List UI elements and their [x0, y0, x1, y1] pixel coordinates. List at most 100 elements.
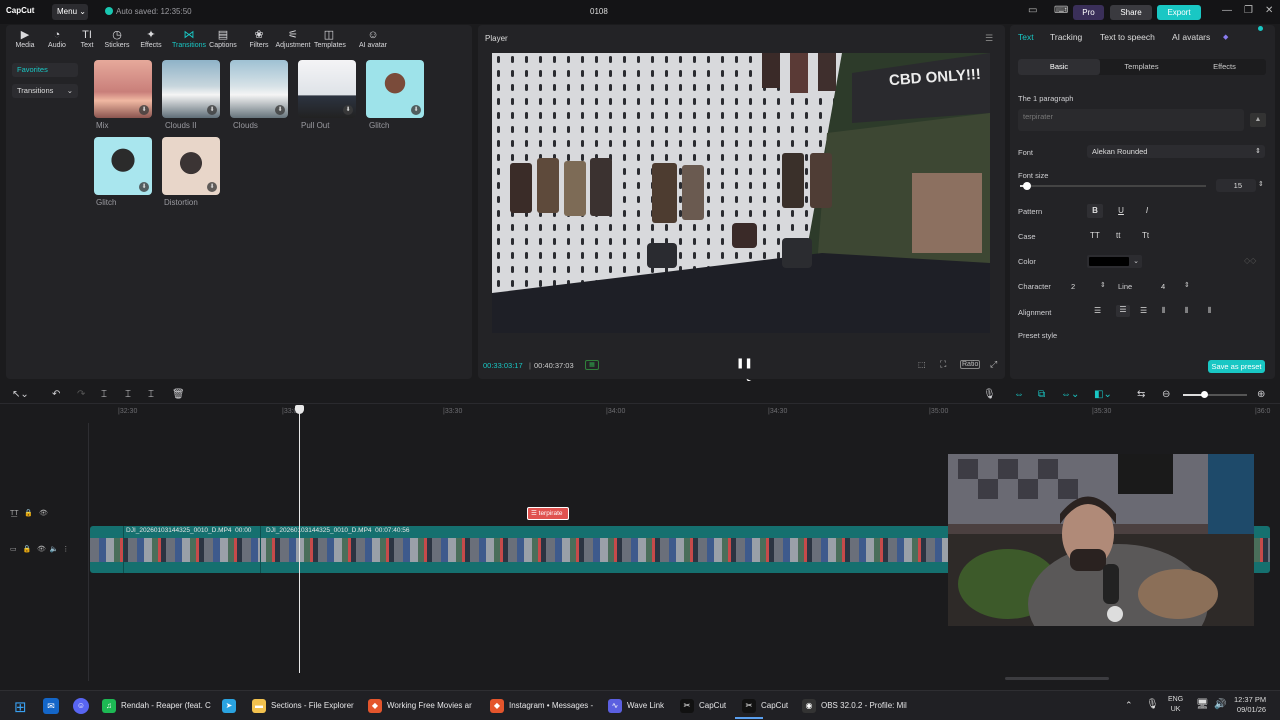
split-right-icon[interactable]: ⌶ — [148, 389, 154, 400]
align-left-icon[interactable]: ☰ — [1094, 306, 1101, 315]
zoom-fit-icon[interactable]: ⛶ — [940, 359, 946, 370]
toolbar-media[interactable]: ▶ Media — [10, 29, 40, 49]
discord-icon[interactable]: ☺ — [73, 698, 89, 714]
toolbar-filters[interactable]: ❀ Filters — [244, 29, 274, 49]
subtab-effects[interactable]: Effects — [1183, 59, 1266, 75]
updown-icon[interactable]: ⇕ — [1184, 281, 1190, 289]
subtab-templates[interactable]: Templates — [1100, 59, 1183, 75]
grid-icon[interactable]: ▦ — [585, 360, 599, 370]
toolbar-audio[interactable]: ◔ Audio — [42, 29, 72, 49]
link-icon[interactable]: ⇔ — [1014, 389, 1024, 400]
windows-start-icon[interactable]: ⊞ — [14, 698, 27, 716]
transition-thumb-pull-out[interactable]: ⬇ — [298, 60, 356, 118]
underline-button[interactable]: U — [1114, 204, 1128, 218]
zoom-in-icon[interactable]: ⊕ — [1257, 389, 1265, 400]
taskbar-item[interactable]: ◆ Instagram • Messages - — [490, 698, 593, 714]
titlecase-button[interactable]: Tt — [1142, 231, 1149, 240]
fullscreen-icon[interactable]: ⤢ — [990, 359, 997, 370]
lock-icon[interactable]: 🔒 — [24, 510, 33, 517]
toolbar-stickers[interactable]: ◷ Stickers — [102, 29, 132, 49]
download-icon[interactable]: ⬇ — [275, 105, 285, 115]
eye-icon[interactable]: 👁 — [37, 546, 46, 553]
taskbar-item[interactable]: ➤ — [222, 698, 241, 714]
magnet-icon[interactable]: ⧉ — [1038, 389, 1045, 400]
audio-icon[interactable]: 🔈 — [50, 546, 59, 553]
download-icon[interactable]: ⬇ — [139, 105, 149, 115]
tray-chevron-icon[interactable]: ⌃ — [1125, 700, 1133, 711]
clock[interactable]: 12:37 PM 09/01/26 — [1234, 695, 1266, 715]
taskbar-item[interactable]: ♫ Rendah - Reaper (feat. C — [102, 698, 211, 714]
transition-thumb-glitch[interactable]: ⬇ — [366, 60, 424, 118]
updown-icon[interactable]: ⇕ — [1100, 281, 1106, 289]
vertical-middle-icon[interactable]: ⫴ — [1185, 306, 1188, 316]
undo-icon[interactable]: ↶ — [52, 389, 60, 400]
align-right-icon[interactable]: ☰ — [1140, 306, 1147, 315]
transition-thumb-glitch-2[interactable]: ⬇ — [94, 137, 152, 195]
download-icon[interactable]: ⬇ — [207, 105, 217, 115]
tab-tracking[interactable]: Tracking — [1050, 32, 1082, 42]
collapse-icon[interactable]: ▲ — [1250, 113, 1266, 127]
microphone-icon[interactable]: 🎙 — [983, 389, 996, 400]
vertical-bottom-icon[interactable]: ⫴ — [1208, 306, 1211, 316]
zoom-slider-track[interactable] — [1183, 391, 1247, 398]
ratio-button[interactable]: Ratio — [960, 360, 981, 369]
tab-text[interactable]: Text — [1018, 32, 1034, 42]
split-left-icon[interactable]: ⌶ — [125, 389, 131, 400]
toolbar-captions[interactable]: ▤ Captions — [208, 29, 238, 49]
network-icon[interactable]: 🖥 — [1196, 699, 1209, 710]
lock-icon[interactable]: 🔒 — [22, 546, 31, 553]
layout-icon[interactable]: ▭ — [1028, 5, 1037, 16]
taskbar-item[interactable]: ◆ Working Free Movies ar — [368, 698, 472, 714]
download-icon[interactable]: ⬇ — [343, 105, 353, 115]
close-icon[interactable]: ✕ — [1265, 5, 1273, 16]
playhead-line[interactable] — [299, 411, 300, 673]
toolbar-templates[interactable]: ◫ Templates — [314, 29, 346, 49]
toolbar-ai-avatar[interactable]: ☺ AI avatar — [354, 29, 392, 49]
split-icon[interactable]: ⌶ — [101, 389, 107, 400]
download-icon[interactable]: ⬇ — [207, 182, 217, 192]
volume-icon[interactable]: 🔊 — [1214, 699, 1226, 710]
select-tool-icon[interactable]: ↖⌄ — [12, 389, 29, 400]
share-button[interactable]: Share — [1110, 5, 1152, 20]
taskbar-item[interactable]: ▬ Sections - File Explorer — [252, 698, 354, 714]
video-preview[interactable]: CBD ONLY!!! — [492, 53, 990, 333]
toolbar-effects[interactable]: ✦ Effects — [136, 29, 166, 49]
subtab-basic[interactable]: Basic — [1018, 59, 1100, 75]
zoom-slider-knob[interactable] — [1201, 391, 1208, 398]
transition-thumb-clouds[interactable]: ⬇ — [230, 60, 288, 118]
pro-button[interactable]: Pro — [1073, 5, 1104, 20]
font-select[interactable]: Alekan Rounded ⇕ — [1087, 145, 1265, 158]
maximize-icon[interactable]: ❐ — [1244, 5, 1253, 16]
language-indicator[interactable]: ENG UK — [1168, 695, 1183, 715]
minimize-icon[interactable]: — — [1222, 5, 1232, 16]
transition-thumb-mix[interactable]: ⬇ — [94, 60, 152, 118]
text-clip[interactable]: ☰ terpirate — [527, 507, 569, 520]
taskbar-item[interactable]: ✂ CapCut — [742, 698, 788, 714]
align-center-icon[interactable]: ☰ — [1116, 305, 1130, 317]
font-size-slider-track[interactable] — [1020, 182, 1206, 190]
export-button[interactable]: Export — [1157, 5, 1201, 20]
more-icon[interactable]: ⋮ — [62, 546, 69, 553]
horizontal-scrollbar[interactable] — [1005, 677, 1109, 680]
save-as-preset-button[interactable]: Save as preset — [1208, 360, 1265, 373]
full-quality-icon[interactable]: ⬚ — [918, 360, 926, 369]
font-size-slider-knob[interactable] — [1023, 182, 1032, 190]
uppercase-button[interactable]: TT — [1090, 231, 1100, 240]
download-icon[interactable]: ⬇ — [139, 182, 149, 192]
lowercase-button[interactable]: tt — [1116, 231, 1120, 240]
taskbar-item[interactable]: ∿ Wave Link — [608, 698, 664, 714]
transition-thumb-distortion[interactable]: ⬇ — [162, 137, 220, 195]
download-icon[interactable]: ⬇ — [411, 105, 421, 115]
text-content-input[interactable]: terpirater — [1018, 109, 1244, 131]
eye-icon[interactable]: 👁 — [39, 510, 48, 517]
outlook-icon[interactable]: ✉ — [43, 698, 59, 714]
sidebar-item-transitions[interactable]: Transitions ⌄ — [12, 84, 78, 98]
sidebar-item-favorites[interactable]: Favorites — [12, 63, 78, 77]
toolbar-text[interactable]: TI Text — [72, 29, 102, 49]
toolbar-adjustment[interactable]: ⚟ Adjustment — [274, 29, 312, 49]
redo-icon[interactable]: ↷ — [77, 389, 85, 400]
menu-button[interactable]: Menu ⌄ — [52, 4, 88, 20]
player-menu-icon[interactable]: ☰ — [985, 33, 993, 44]
taskbar-item[interactable]: ✂ CapCut — [680, 698, 726, 714]
toolbar-transitions[interactable]: ⋈ Transitions — [170, 29, 208, 49]
